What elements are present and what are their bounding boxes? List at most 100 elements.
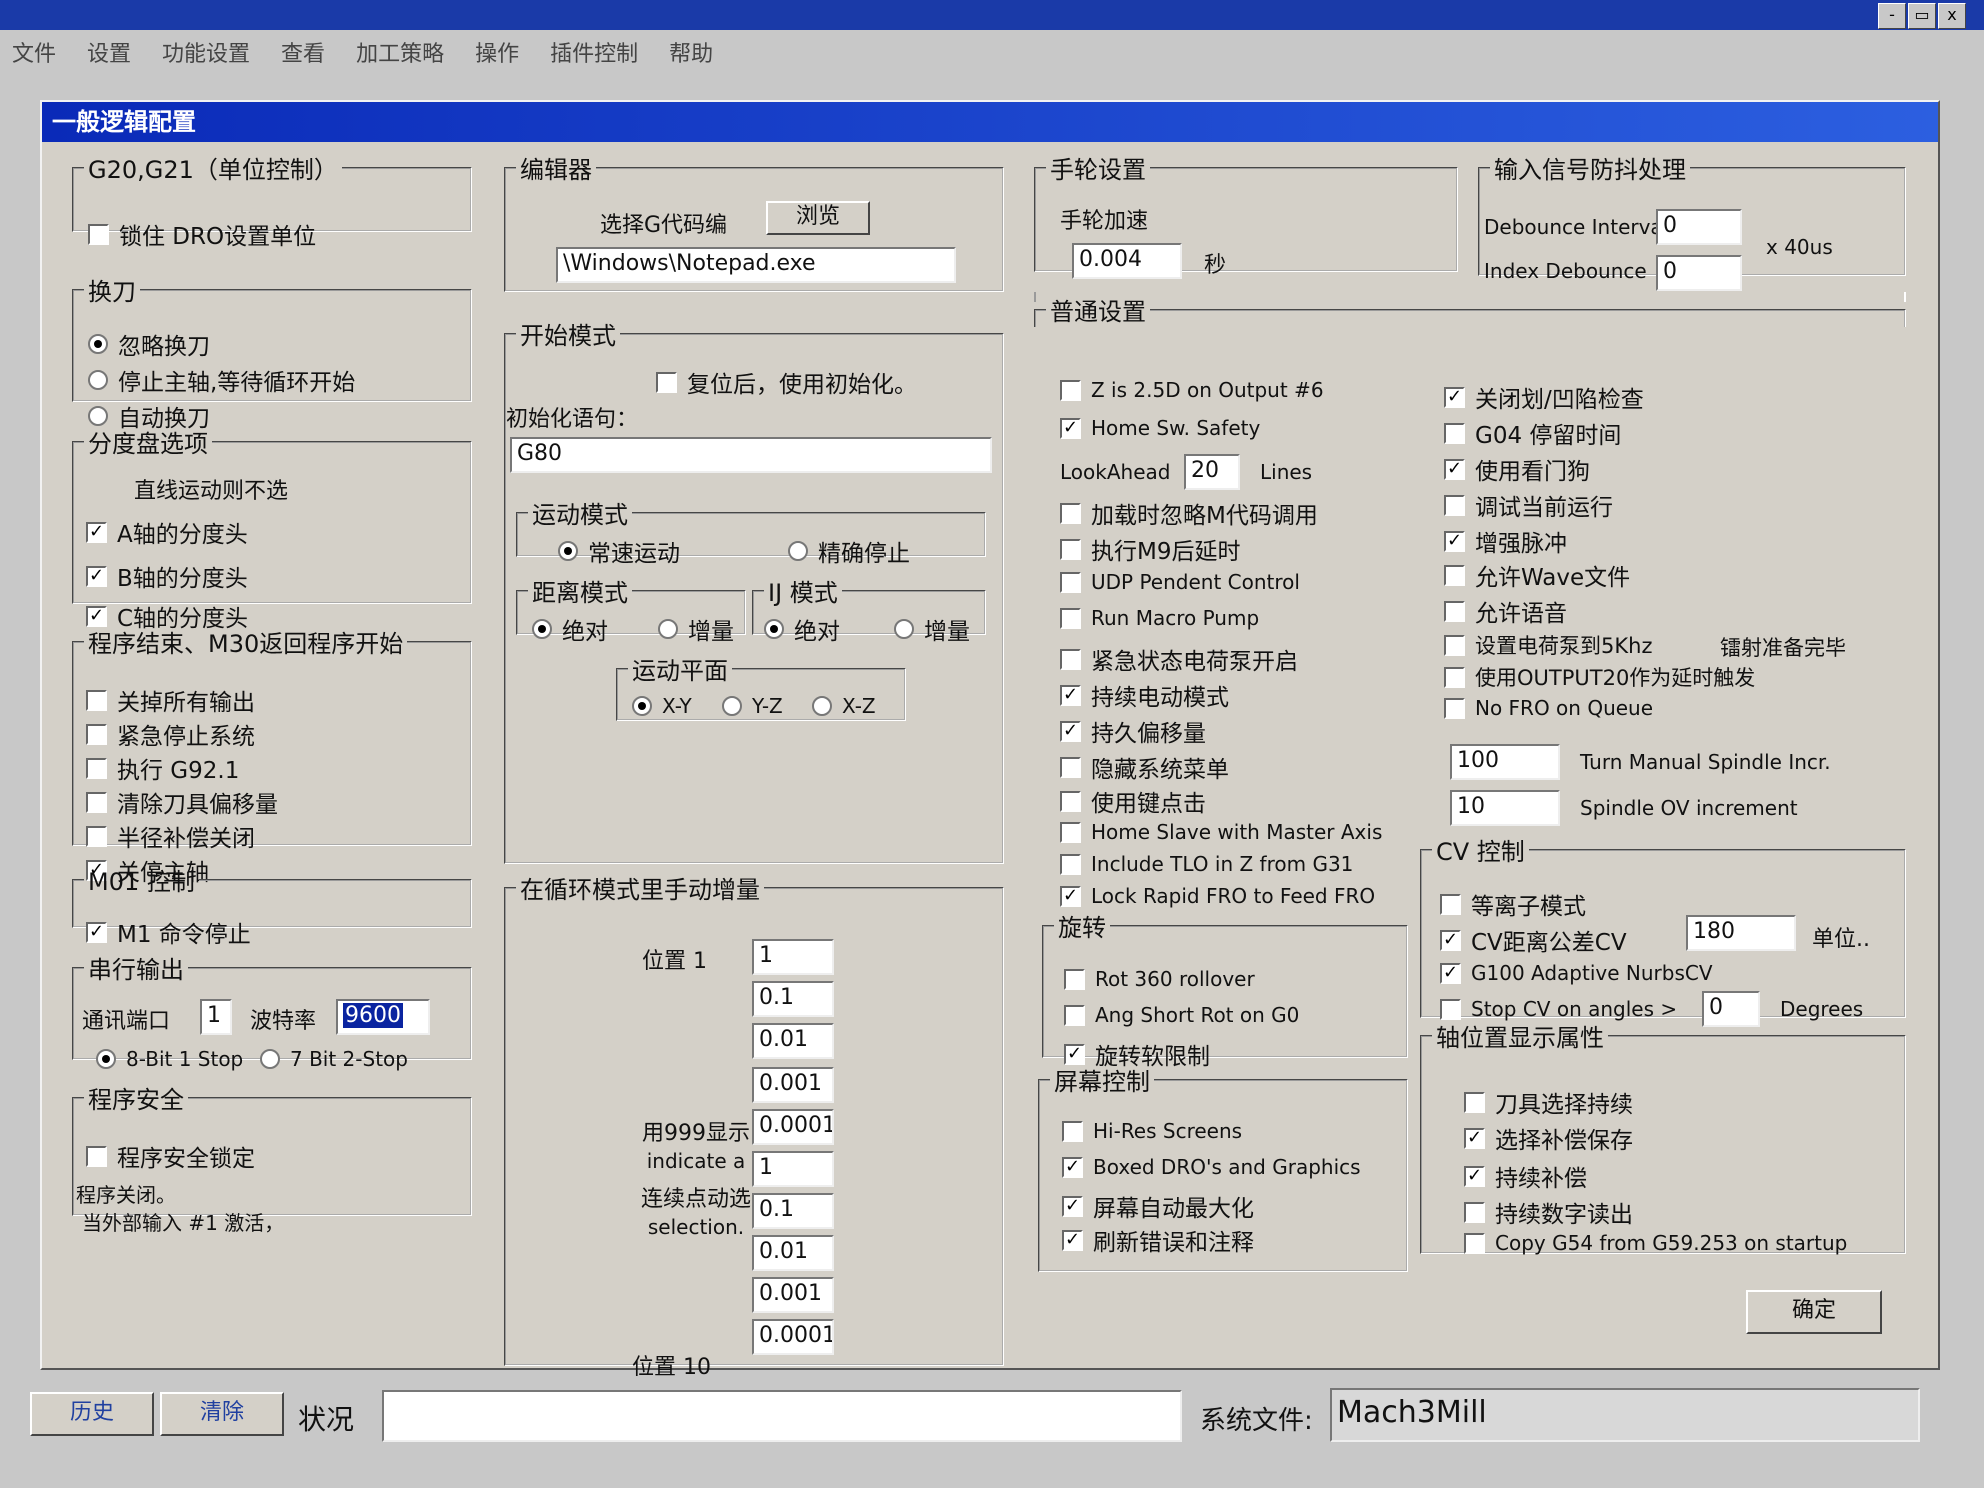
general-option[interactable]: 紧急状态电荷泵开启 — [1060, 642, 1298, 676]
checkbox-box[interactable] — [1444, 697, 1465, 719]
jog-increment-input[interactable]: 0.001 — [752, 1277, 834, 1313]
checkbox-box[interactable]: ✓ — [1060, 417, 1081, 439]
general-option[interactable]: 允许Wave文件 — [1444, 558, 1630, 592]
checkbox-box[interactable] — [1464, 1232, 1485, 1254]
checkbox-box[interactable]: ✓ — [1062, 1229, 1083, 1251]
checkbox-box[interactable]: ✓ — [1464, 1127, 1485, 1149]
com-port-input[interactable]: 1 — [200, 999, 232, 1035]
checkbox-box[interactable]: ✓ — [1062, 1195, 1083, 1217]
checkbox-box[interactable] — [1444, 666, 1465, 688]
maximize-button[interactable]: ▭ — [1908, 3, 1936, 29]
jog-increment-input[interactable]: 0.1 — [752, 981, 834, 1017]
general-option[interactable]: No FRO on Queue — [1444, 696, 1653, 720]
history-button[interactable]: 历史 — [30, 1392, 154, 1436]
reset-init-checkbox[interactable]: 复位后，使用初始化。 — [656, 365, 917, 399]
checkbox-box[interactable] — [86, 1145, 107, 1167]
mpg-accel-input[interactable]: 0.004 — [1072, 243, 1182, 279]
general-option[interactable]: ✓ 关闭划/凹陷检查 — [1444, 380, 1644, 414]
checkbox-box[interactable] — [1060, 538, 1081, 560]
jog-increment-input[interactable]: 0.0001 — [752, 1319, 834, 1355]
checkbox-box[interactable]: ✓ — [1444, 458, 1465, 480]
general-option[interactable]: 调试当前运行 — [1444, 488, 1613, 522]
general-option[interactable]: ✓ 增强脉冲 — [1444, 524, 1567, 558]
menu-settings[interactable]: 设置 — [87, 36, 131, 68]
checkbox-box[interactable]: ✓ — [86, 565, 107, 587]
checkbox-box[interactable] — [1440, 998, 1461, 1020]
jog-increment-input[interactable]: 0.001 — [752, 1067, 834, 1103]
constant-velocity-radio[interactable]: 常速运动 — [558, 534, 680, 568]
checkbox-box[interactable]: ✓ — [1440, 962, 1461, 984]
exact-stop-radio[interactable]: 精确停止 — [788, 534, 910, 568]
general-option[interactable]: 使用OUTPUT20作为延时触发 — [1444, 662, 1755, 692]
plane-xz-radio[interactable]: X-Z — [812, 694, 876, 718]
toolchange-stop-radio[interactable]: 停止主轴,等待循环开始 — [88, 363, 355, 397]
checkbox-box[interactable] — [1444, 634, 1465, 656]
checkbox-box[interactable] — [86, 757, 107, 779]
screen-option[interactable]: ✓ 屏幕自动最大化 — [1062, 1189, 1254, 1223]
menu-view[interactable]: 查看 — [281, 36, 325, 68]
checkbox-box[interactable]: ✓ — [1444, 386, 1465, 408]
radio-dot[interactable] — [764, 619, 784, 639]
checkbox-box[interactable] — [1060, 648, 1081, 670]
general-option[interactable]: G04 停留时间 — [1444, 416, 1621, 450]
checkbox-box[interactable] — [1060, 502, 1081, 524]
checkbox-box[interactable] — [1444, 564, 1465, 586]
checkbox-box[interactable]: ✓ — [1060, 684, 1081, 706]
axis-display-option[interactable]: Copy G54 from G59.253 on startup — [1464, 1231, 1847, 1255]
menu-file[interactable]: 文件 — [12, 36, 56, 68]
checkbox-box[interactable]: ✓ — [1060, 720, 1081, 742]
ij-absolute-radio[interactable]: 绝对 — [764, 612, 840, 646]
radio-dot[interactable] — [788, 541, 808, 561]
general-option[interactable]: ✓ Lock Rapid FRO to Feed FRO — [1060, 884, 1375, 908]
m1-stop-checkbox[interactable]: ✓ M1 命令停止 — [86, 915, 251, 949]
general-option[interactable]: ✓ Home Sw. Safety — [1060, 416, 1260, 440]
plane-xy-radio[interactable]: X-Y — [632, 694, 692, 718]
radio-dot[interactable] — [88, 370, 108, 390]
program-end-item[interactable]: 半径补偿关闭 — [86, 819, 255, 853]
axis-display-option[interactable]: 持续数字读出 — [1464, 1195, 1633, 1229]
checkbox-box[interactable]: ✓ — [1062, 1156, 1083, 1178]
general-option[interactable]: 允许语音 — [1444, 594, 1567, 628]
program-end-item[interactable]: 紧急停止系统 — [86, 717, 255, 751]
radio-dot[interactable] — [96, 1049, 116, 1069]
ij-incremental-radio[interactable]: 增量 — [894, 612, 970, 646]
program-end-item[interactable]: 清除刀具偏移量 — [86, 785, 278, 819]
lock-dro-checkbox[interactable]: 锁住 DRO设置单位 — [88, 217, 316, 251]
checkbox-box[interactable] — [1440, 893, 1461, 915]
general-option[interactable]: Z is 2.5D on Output #6 — [1060, 378, 1324, 402]
axis-display-option[interactable]: ✓ 持续补偿 — [1464, 1159, 1587, 1193]
plane-yz-radio[interactable]: Y-Z — [722, 694, 783, 718]
axis-display-option[interactable]: ✓ 选择补偿保存 — [1464, 1121, 1633, 1155]
close-button[interactable]: x — [1938, 3, 1966, 29]
general-option[interactable]: Run Macro Pump — [1060, 606, 1259, 630]
browse-button[interactable]: 浏览 — [766, 201, 870, 235]
b-axis-indexer-checkbox[interactable]: ✓ B轴的分度头 — [86, 559, 248, 593]
program-lock-checkbox[interactable]: 程序安全锁定 — [86, 1139, 255, 1173]
general-option[interactable]: ✓ 持续电动模式 — [1060, 678, 1229, 712]
lookahead-input[interactable]: 20 — [1184, 454, 1240, 490]
rotation-option[interactable]: Rot 360 rollover — [1064, 967, 1255, 991]
checkbox-box[interactable] — [1064, 1004, 1085, 1026]
distance-absolute-radio[interactable]: 绝对 — [532, 612, 608, 646]
radio-dot[interactable] — [894, 619, 914, 639]
checkbox-box[interactable]: ✓ — [1444, 530, 1465, 552]
debounce-interval-input[interactable]: 0 — [1656, 209, 1742, 245]
radio-dot[interactable] — [658, 619, 678, 639]
radio-dot[interactable] — [88, 334, 108, 354]
general-option[interactable]: ✓ 持久偏移量 — [1060, 714, 1206, 748]
index-debounce-input[interactable]: 0 — [1656, 255, 1742, 291]
general-option[interactable]: 设置电荷泵到5Khz — [1444, 630, 1652, 660]
toolchange-ignore-radio[interactable]: 忽略换刀 — [88, 327, 210, 361]
screen-option[interactable]: ✓ Boxed DRO's and Graphics — [1062, 1155, 1361, 1179]
jog-increment-input[interactable]: 0.1 — [752, 1193, 834, 1229]
checkbox-box[interactable] — [1060, 821, 1081, 843]
checkbox-box[interactable] — [1060, 571, 1081, 593]
general-option[interactable]: Include TLO in Z from G31 — [1060, 852, 1353, 876]
distance-incremental-radio[interactable]: 增量 — [658, 612, 734, 646]
checkbox-box[interactable]: ✓ — [1060, 885, 1081, 907]
checkbox-box[interactable] — [86, 723, 107, 745]
serial-7bit-radio[interactable]: 7 Bit 2-Stop — [260, 1047, 408, 1071]
checkbox-box[interactable] — [86, 689, 107, 711]
checkbox-box[interactable] — [1464, 1091, 1485, 1113]
jog-increment-input[interactable]: 0.01 — [752, 1023, 834, 1059]
